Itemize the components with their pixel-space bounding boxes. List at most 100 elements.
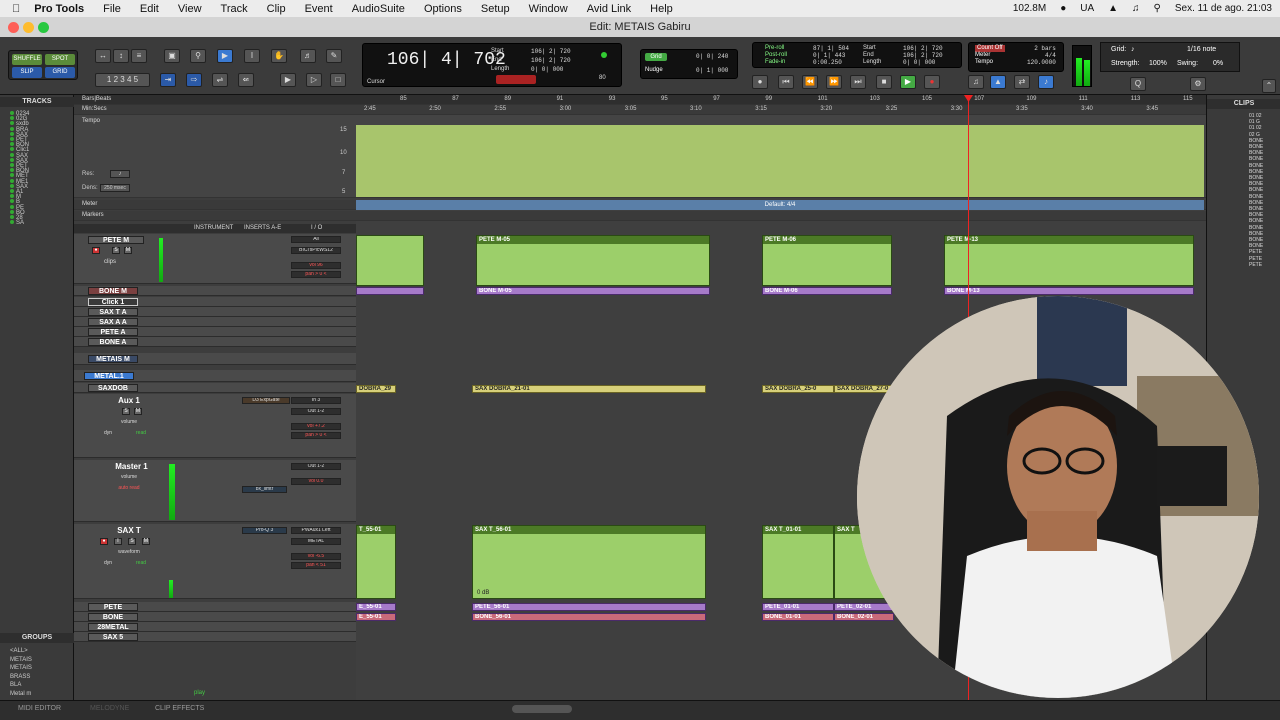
- clip-bone-m-05[interactable]: BONE M-05: [476, 287, 710, 295]
- io-output-sax-t[interactable]: METAL: [291, 538, 341, 545]
- menu-file[interactable]: File: [103, 3, 121, 15]
- track-sax-aa[interactable]: SAX A A: [74, 317, 356, 327]
- insert-bx-limtr[interactable]: bx_limtr: [242, 486, 287, 493]
- track-visibility-icon[interactable]: [10, 204, 14, 209]
- track-visibility-icon[interactable]: [10, 178, 14, 183]
- link-timeline-icon[interactable]: ⇌: [212, 73, 228, 87]
- insert-pro-q3[interactable]: Pro-Q 3: [242, 527, 287, 534]
- track-visibility-icon[interactable]: [10, 168, 14, 173]
- menu-help[interactable]: Help: [650, 3, 673, 15]
- track-visibility-icon[interactable]: [10, 152, 14, 157]
- io-input-sax-t[interactable]: PWAux1 Left: [291, 527, 341, 534]
- fadein-label[interactable]: Fade-in: [765, 59, 787, 66]
- track-visibility-icon[interactable]: [10, 111, 14, 115]
- clip-sax-t-56[interactable]: SAX T_56-01 0 dB: [472, 525, 706, 599]
- clip-list-item[interactable]: BONE: [1249, 156, 1263, 162]
- track-visibility-icon[interactable]: [10, 116, 14, 121]
- postroll-value[interactable]: 0| 1| 443: [813, 52, 849, 59]
- sync-icon[interactable]: ●: [1060, 3, 1066, 14]
- insert-d3-expgate[interactable]: D3 ExpGate: [242, 397, 290, 404]
- selector-tool-icon[interactable]: I: [244, 49, 260, 63]
- inserts-column-header[interactable]: INSERTS A-E: [244, 225, 281, 231]
- track-sax-ta[interactable]: SAX T A: [74, 307, 356, 317]
- sax-t-read[interactable]: read: [136, 560, 146, 566]
- track-name-bone-m[interactable]: BONE M: [88, 287, 138, 295]
- grid-mode-button[interactable]: GRID: [45, 67, 75, 78]
- clip-sax-dobra-21[interactable]: SAX DOBRA_21-01: [472, 385, 706, 393]
- track-pete[interactable]: PETE: [74, 602, 356, 612]
- meter-default[interactable]: Default: 4/4: [356, 200, 1204, 210]
- track-visibility-icon[interactable]: [10, 220, 14, 225]
- midi-input-enable[interactable]: [496, 75, 536, 84]
- track-aux1[interactable]: Aux 1 S M volume dyn read D3 ExpGate In …: [74, 394, 356, 458]
- io-column-header[interactable]: I / O: [311, 225, 322, 231]
- sel2-start-value[interactable]: 106| 2| 720: [903, 45, 943, 52]
- spot-mode-button[interactable]: SPOT: [45, 54, 75, 65]
- track-visibility-icon[interactable]: [10, 194, 14, 199]
- clip-pete-55[interactable]: E_55-01: [356, 603, 396, 611]
- track-name-aux1[interactable]: Aux 1: [104, 396, 154, 405]
- track-name-metais-m[interactable]: METAIS M: [88, 355, 138, 363]
- go-to-end-icon[interactable]: ⏭: [850, 75, 866, 89]
- clip-pete-56[interactable]: PETE_56-01: [472, 603, 706, 611]
- pencil-tool-icon[interactable]: ✎: [326, 49, 342, 63]
- group-list-item[interactable]: BLA: [10, 682, 21, 688]
- sel2-length-value[interactable]: 0| 0| 000: [903, 59, 943, 66]
- swing-value[interactable]: 0%: [1213, 60, 1223, 67]
- track-name-sax-t[interactable]: SAX T: [104, 526, 154, 535]
- group-list-item[interactable]: METAIS: [10, 665, 32, 671]
- clip-bone-01[interactable]: BONE_01-01: [762, 613, 834, 621]
- fast-forward-icon[interactable]: ⏩: [826, 75, 842, 89]
- grid-value[interactable]: 0| 0| 240: [696, 53, 728, 60]
- tab-clip-effects[interactable]: CLIP EFFECTS: [155, 705, 204, 712]
- horizontal-scrollbar[interactable]: [512, 705, 572, 713]
- mute-button[interactable]: M: [142, 538, 150, 545]
- clip-list-item[interactable]: BONE: [1249, 212, 1263, 218]
- track-saxdob[interactable]: SAXDOB: [74, 383, 356, 393]
- clip-pete-m-06[interactable]: PETE M-06: [762, 235, 892, 286]
- dens-value[interactable]: 250 msec: [100, 184, 130, 192]
- insertion-follows-playback-icon[interactable]: ▶: [280, 73, 296, 87]
- track-list-item[interactable]: SA: [10, 220, 24, 226]
- clip-list-item[interactable]: BONE: [1249, 175, 1263, 181]
- track-name-sax5[interactable]: SAX 5: [88, 633, 138, 641]
- clip-bone-02[interactable]: BONE_02-01: [834, 613, 894, 621]
- clip-list-item[interactable]: 02 G: [1249, 132, 1260, 138]
- clock[interactable]: Sex. 11 de ago. 21:03: [1175, 3, 1272, 14]
- tab-midi-editor[interactable]: MIDI EDITOR: [18, 705, 61, 712]
- zoom-window-button[interactable]: [38, 22, 49, 33]
- group-list-item[interactable]: BRASS: [10, 674, 30, 680]
- tempo-ruler[interactable]: Tempo Res: ♪ Dens: 250 msec 15 10 7 5: [74, 115, 1206, 198]
- io-output-master1[interactable]: Out 1-2: [291, 463, 341, 470]
- track-28metal[interactable]: 28METAL: [74, 622, 356, 632]
- clip-list-item[interactable]: BONE: [1249, 218, 1263, 224]
- track-name-sax-ta[interactable]: SAX T A: [88, 308, 138, 316]
- clip-list-item[interactable]: 01 G: [1249, 119, 1260, 125]
- tab-melodyne[interactable]: MELODYNE: [90, 705, 129, 712]
- track-name-bone-a[interactable]: BONE A: [88, 338, 138, 346]
- volume-aux1[interactable]: vol +7.2: [291, 423, 341, 430]
- track-visibility-icon[interactable]: [10, 215, 14, 219]
- io-input-aux1[interactable]: In 3: [291, 397, 341, 404]
- minimize-window-button[interactable]: [23, 22, 34, 33]
- track-bone-a[interactable]: BONE A: [74, 337, 356, 347]
- aux1-read[interactable]: read: [136, 430, 146, 436]
- rewind-icon[interactable]: ⏪: [802, 75, 818, 89]
- groups-header[interactable]: GROUPS: [0, 633, 74, 643]
- play-icon[interactable]: ▶: [900, 75, 916, 89]
- close-window-button[interactable]: [8, 22, 19, 33]
- stop-icon[interactable]: ■: [876, 75, 892, 89]
- track-pete-m[interactable]: PETE M ● S M clips All BICI'sPlcWS12 vol…: [74, 234, 356, 284]
- clip-dobra-29[interactable]: DOBRA_29: [356, 385, 396, 393]
- sel-end-value[interactable]: 106| 2| 720: [531, 56, 571, 65]
- strength-value[interactable]: 100%: [1149, 60, 1167, 67]
- fadein-value[interactable]: 0:00.250: [813, 59, 849, 66]
- conductor-icon[interactable]: ♪: [1038, 75, 1054, 89]
- zoom-midi-icon[interactable]: ≡: [131, 49, 147, 63]
- menu-setup[interactable]: Setup: [481, 3, 510, 15]
- track-name-28metal[interactable]: 28METAL: [88, 623, 138, 631]
- track-name-sax-aa[interactable]: SAX A A: [88, 318, 138, 326]
- clip-list-item[interactable]: BONE: [1249, 237, 1263, 243]
- clip-list-item[interactable]: BONE: [1249, 187, 1263, 193]
- clip-pete-m-04[interactable]: [356, 235, 424, 286]
